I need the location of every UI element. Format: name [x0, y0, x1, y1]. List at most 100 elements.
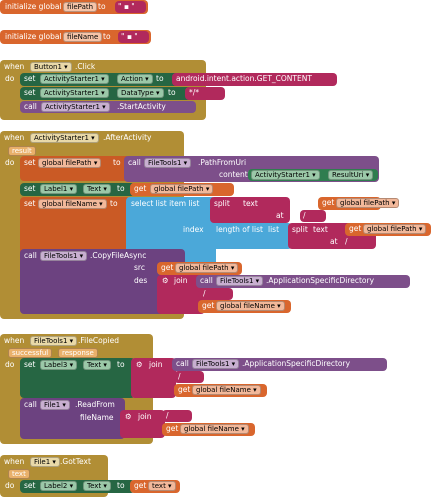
global-filename-block[interactable]: initialize global fileName to " ▪ " [0, 30, 151, 44]
get-global-filename-block[interactable]: get global fileName ▾ [198, 300, 291, 313]
get-global-filename-block-2[interactable]: get global fileName ▾ [174, 384, 267, 397]
variable-dropdown[interactable]: global fileName ▾ [216, 301, 285, 311]
property-dropdown[interactable]: Action ▾ [117, 74, 153, 84]
component-dropdown[interactable]: ActivityStarter1 ▾ [251, 170, 320, 180]
slash-string-value[interactable]: / [166, 411, 169, 421]
component-dropdown[interactable]: File1 ▾ [40, 400, 70, 410]
gear-icon[interactable]: ⚙ [136, 360, 143, 370]
call-keyword: call [128, 158, 141, 167]
global-name-filepath[interactable]: filePath [63, 2, 98, 12]
component-dropdown[interactable]: FileTools1 ▾ [40, 251, 88, 261]
when-keyword: when [4, 133, 25, 142]
successful-param[interactable]: successful [8, 348, 53, 358]
global-filepath-block[interactable]: initialize global filePath to " ▪ " [0, 0, 148, 14]
slash-string-value[interactable]: / [203, 289, 206, 299]
component-dropdown[interactable]: FileTools1 ▾ [144, 158, 192, 168]
set-global-filepath-block[interactable]: set global filePath ▾ to [20, 156, 130, 181]
slash-string-block-2[interactable]: / [342, 236, 368, 248]
set-label2-text-block[interactable]: set Label2 ▾ Text ▾ to [20, 480, 135, 493]
set-keyword: set [24, 184, 36, 193]
datatype-string-value[interactable]: */* [189, 88, 199, 98]
component-dropdown[interactable]: File1 ▾ [30, 457, 60, 467]
select-list-item-label: select list item list [131, 199, 200, 208]
property-dropdown[interactable]: Text ▾ [83, 184, 111, 194]
property-dropdown[interactable]: DataType ▾ [117, 88, 164, 98]
split-block-1[interactable]: split text at [210, 197, 290, 223]
method-name: .ReadFrom [75, 400, 115, 409]
to-label: to [156, 74, 164, 83]
variable-dropdown[interactable]: global filePath ▾ [150, 184, 214, 194]
get-text-block[interactable]: get text ▾ [130, 480, 180, 493]
join-block-2[interactable]: ⚙ join [131, 358, 176, 398]
slash-string-block-1[interactable]: / [300, 210, 326, 222]
string-value[interactable]: " ▪ " [121, 32, 138, 42]
empty-string-block[interactable]: " ▪ " [115, 1, 146, 13]
join-block-3[interactable]: ⚙ join [120, 410, 165, 438]
empty-string-block[interactable]: " ▪ " [118, 31, 149, 43]
slash-string-block-4[interactable]: / [174, 371, 204, 383]
result-param[interactable]: result [8, 146, 36, 156]
string-value[interactable]: " ▪ " [118, 2, 135, 12]
variable-dropdown[interactable]: global fileName ▾ [192, 385, 261, 395]
when-keyword: when [4, 62, 25, 71]
variable-dropdown[interactable]: text ▾ [148, 481, 176, 491]
text-label: text [243, 199, 258, 208]
component-dropdown[interactable]: Label2 ▾ [40, 481, 78, 491]
call-keyword: call [24, 102, 37, 111]
property-dropdown[interactable]: ResultUri ▾ [328, 170, 374, 180]
component-dropdown[interactable]: FileTools1 ▾ [192, 359, 240, 369]
component-dropdown[interactable]: Button1 ▾ [30, 62, 72, 72]
length-of-list-block[interactable]: length of list list [212, 223, 292, 249]
get-global-filepath-block-2[interactable]: get global filePath ▾ [318, 197, 400, 210]
slash-string-block-3[interactable]: / [198, 288, 233, 300]
variable-dropdown[interactable]: global fileName ▾ [38, 199, 107, 209]
get-global-filepath-block-3[interactable]: get global filePath ▾ [345, 223, 431, 236]
join-keyword: join [149, 360, 163, 369]
do-keyword: do [5, 158, 15, 167]
global-name-filename[interactable]: fileName [63, 32, 103, 42]
set-label3-text-block[interactable]: set Label3 ▾ Text ▾ to [20, 358, 135, 398]
variable-dropdown[interactable]: global filePath ▾ [363, 224, 427, 234]
variable-dropdown[interactable]: global fileName ▾ [180, 424, 249, 434]
get-global-filepath-src-block[interactable]: get global filePath ▾ [157, 262, 242, 275]
datatype-string-block[interactable]: */* [185, 87, 225, 100]
get-global-filepath-block[interactable]: get global filePath ▾ [130, 183, 234, 196]
component-dropdown[interactable]: FileTools1 ▾ [216, 276, 264, 286]
call-readfrom-block[interactable]: call File1 ▾ .ReadFrom fileName [20, 398, 125, 439]
component-dropdown[interactable]: Label3 ▾ [40, 360, 78, 370]
component-dropdown[interactable]: Label1 ▾ [40, 184, 78, 194]
component-dropdown[interactable]: FileTools1 ▾ [30, 336, 78, 346]
call-appdir-block-1[interactable]: call FileTools1 ▾ .ApplicationSpecificDi… [196, 275, 410, 288]
set-datatype-block[interactable]: set ActivityStarter1 ▾ DataType ▾ to [20, 87, 212, 100]
component-dropdown[interactable]: ActivityStarter1 ▾ [30, 133, 99, 143]
to-label: to [117, 360, 125, 369]
get-keyword: get [202, 301, 215, 310]
method-name: .StartActivity [117, 102, 166, 111]
slash-string-block-5[interactable]: / [162, 410, 192, 422]
component-dropdown[interactable]: ActivityStarter1 ▾ [40, 88, 109, 98]
to-label: to [98, 2, 106, 11]
call-appdir-block-2[interactable]: call FileTools1 ▾ .ApplicationSpecificDi… [172, 358, 387, 371]
component-dropdown[interactable]: ActivityStarter1 ▾ [41, 102, 110, 112]
gear-icon[interactable]: ⚙ [125, 412, 132, 422]
text-param[interactable]: text [8, 469, 30, 479]
slash-string-value[interactable]: / [178, 372, 181, 382]
to-label: to [168, 88, 176, 97]
slash-string-value[interactable]: / [345, 237, 348, 247]
property-dropdown[interactable]: Text ▾ [83, 360, 111, 370]
action-string-value[interactable]: android.intent.action.GET_CONTENT [176, 74, 312, 84]
variable-dropdown[interactable]: global filePath ▾ [38, 158, 102, 168]
to-label: to [117, 184, 125, 193]
action-string-block[interactable]: android.intent.action.GET_CONTENT [172, 73, 337, 86]
call-startactivity-block[interactable]: call ActivityStarter1 ▾ .StartActivity [20, 101, 196, 113]
response-param[interactable]: response [58, 348, 98, 358]
set-label1-text-block[interactable]: set Label1 ▾ Text ▾ to [20, 183, 135, 196]
property-dropdown[interactable]: Text ▾ [83, 481, 111, 491]
variable-dropdown[interactable]: global filePath ▾ [336, 198, 400, 208]
get-resulturi-block[interactable]: ActivityStarter1 ▾ ResultUri ▾ [248, 169, 378, 181]
gear-icon[interactable]: ⚙ [162, 276, 169, 286]
variable-dropdown[interactable]: global filePath ▾ [175, 263, 239, 273]
slash-string-value[interactable]: / [303, 211, 306, 221]
component-dropdown[interactable]: ActivityStarter1 ▾ [40, 74, 109, 84]
get-global-filename-block-3[interactable]: get global fileName ▾ [162, 423, 255, 436]
